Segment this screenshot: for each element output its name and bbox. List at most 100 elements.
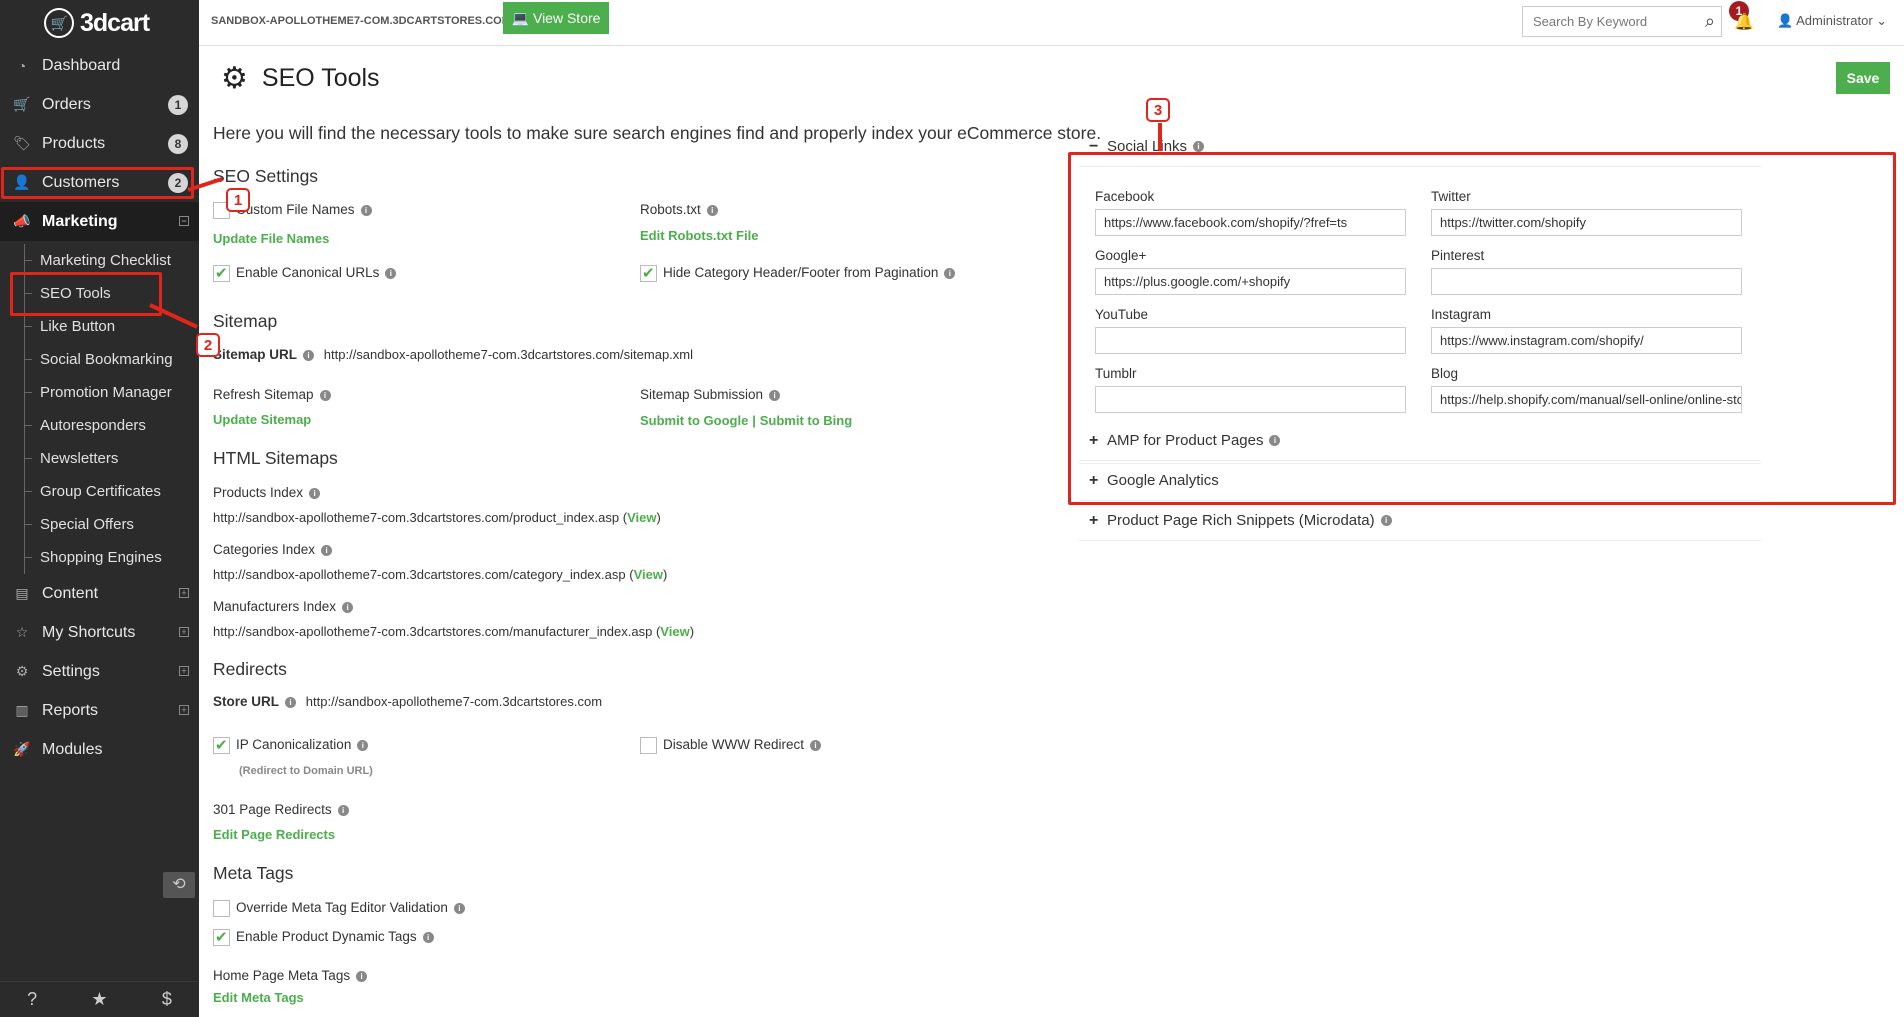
topbar: SANDBOX-APOLLOTHEME7-COM.3DCARTSTORES.CO…: [199, 0, 1904, 46]
sidebar-item-label: My Shortcuts: [42, 623, 136, 641]
page-title-text: SEO Tools: [261, 64, 380, 92]
sidebar-item-dashboard[interactable]: ◔ Dashboard: [0, 46, 199, 85]
sitemap-submission-label: Sitemap Submission: [640, 387, 764, 402]
info-icon[interactable]: i: [422, 932, 434, 944]
collapse-sidebar-icon[interactable]: ⟲: [163, 872, 195, 898]
submenu-item-autoresponders[interactable]: Autoresponders: [0, 409, 199, 442]
collapse-icon[interactable]: −: [179, 216, 189, 226]
expand-icon[interactable]: +: [179, 588, 189, 598]
info-icon[interactable]: i: [706, 205, 718, 216]
info-icon[interactable]: i: [1380, 515, 1392, 526]
submenu-label: Social Bookmarking: [40, 351, 173, 368]
info-icon[interactable]: i: [453, 903, 465, 915]
info-icon[interactable]: i: [356, 971, 368, 982]
sidebar-item-label: Settings: [42, 662, 100, 680]
info-icon[interactable]: i: [769, 390, 781, 401]
dynamic-tags-checkbox[interactable]: [213, 928, 230, 946]
cart-icon: 🛒: [13, 96, 31, 112]
canonical-checkbox[interactable]: [213, 264, 230, 282]
page-redirects-row: 301 Page Redirects i: [213, 802, 349, 817]
ip-canon-checkbox[interactable]: [213, 736, 230, 754]
manufacturers-index-url: http://sandbox-apollotheme7-com.3dcartst…: [213, 624, 695, 639]
save-button[interactable]: Save: [1836, 62, 1890, 94]
star-icon[interactable]: ★: [91, 989, 107, 1010]
submenu-item-social-bookmarking[interactable]: Social Bookmarking: [0, 343, 199, 376]
edit-meta-tags-link[interactable]: Edit Meta Tags: [213, 990, 304, 1005]
info-icon[interactable]: i: [321, 545, 333, 556]
annotation-marker-3: 3: [1146, 98, 1170, 122]
info-icon[interactable]: i: [385, 268, 397, 280]
submenu-label: Autoresponders: [40, 417, 146, 434]
info-icon[interactable]: i: [944, 268, 956, 280]
info-icon[interactable]: i: [1193, 141, 1205, 152]
override-label: Override Meta Tag Editor Validation: [236, 900, 448, 916]
categories-index-row: Categories Index i: [213, 542, 333, 557]
submit-bing-link[interactable]: Submit to Bing: [760, 413, 852, 428]
submenu-label: Newsletters: [40, 450, 119, 467]
rich-snippets-title: Product Page Rich Snippets (Microdata): [1107, 512, 1375, 529]
sidebar-item-reports[interactable]: ▥ Reports +: [0, 691, 199, 730]
info-icon[interactable]: i: [319, 390, 331, 401]
submenu-item-shopping-engines[interactable]: Shopping Engines: [0, 541, 199, 574]
hide-category-checkbox[interactable]: [640, 264, 657, 282]
sidebar-item-settings[interactable]: ⚙ Settings +: [0, 652, 199, 691]
submenu-item-group-certificates[interactable]: Group Certificates: [0, 475, 199, 508]
section-heading-seo-settings: SEO Settings: [213, 166, 319, 186]
help-icon[interactable]: ?: [27, 989, 37, 1010]
user-name: Administrator: [1796, 13, 1873, 28]
sidebar-item-products[interactable]: 🏷 Products 8: [0, 124, 199, 163]
view-link[interactable]: View: [627, 510, 656, 525]
refresh-sitemap-label: Refresh Sitemap: [213, 387, 314, 402]
info-icon[interactable]: i: [357, 740, 369, 752]
info-icon[interactable]: i: [309, 488, 321, 499]
info-icon[interactable]: i: [360, 205, 372, 217]
expand-icon[interactable]: +: [179, 666, 189, 676]
override-checkbox[interactable]: [213, 900, 230, 917]
info-icon[interactable]: i: [342, 602, 354, 613]
update-file-names-link[interactable]: Update File Names: [213, 231, 329, 246]
page-redirects-label: 301 Page Redirects: [213, 802, 332, 817]
submit-google-link[interactable]: Submit to Google: [640, 413, 748, 428]
bell-icon[interactable]: 🔔: [1734, 12, 1754, 32]
canonical-label: Enable Canonical URLs: [236, 265, 380, 281]
dashboard-icon: ◔: [17, 57, 27, 74]
logo[interactable]: 🛒 3dcart: [0, 0, 199, 46]
hide-category-row: Hide Category Header/Footer from Paginat…: [640, 264, 956, 282]
sidebar-item-orders[interactable]: 🛒 Orders 1: [0, 85, 199, 124]
annotation-marker-1: 1: [226, 188, 250, 212]
info-icon[interactable]: i: [810, 740, 822, 752]
info-icon[interactable]: i: [337, 805, 349, 816]
sidebar-item-modules[interactable]: 🚀 Modules: [0, 730, 199, 769]
view-link[interactable]: View: [634, 567, 663, 582]
submenu-item-promotion-manager[interactable]: Promotion Manager: [0, 376, 199, 409]
expand-icon[interactable]: +: [179, 627, 189, 637]
update-sitemap-link[interactable]: Update Sitemap: [213, 412, 311, 427]
megaphone-icon: 📣: [13, 213, 31, 229]
sitemap-submission-row: Sitemap Submission i: [640, 387, 781, 402]
search-input[interactable]: Search By Keyword ⌕: [1522, 6, 1722, 37]
sitemap-url-value: http://sandbox-apollotheme7-com.3dcartst…: [323, 347, 693, 362]
submenu-item-newsletters[interactable]: Newsletters: [0, 442, 199, 475]
disable-www-row: Disable WWW Redirect i: [640, 737, 822, 754]
sidebar-item-marketing[interactable]: 📣 Marketing −: [0, 202, 199, 241]
disable-www-checkbox[interactable]: [640, 737, 657, 754]
search-icon[interactable]: ⌕: [1705, 11, 1715, 32]
user-menu[interactable]: 👤 Administrator ⌄: [1777, 13, 1887, 29]
edit-page-redirects-link[interactable]: Edit Page Redirects: [213, 827, 335, 842]
rich-snippets-panel[interactable]: + Product Page Rich Snippets (Microdata) i: [1079, 501, 1761, 541]
view-store-button[interactable]: 💻 View Store: [503, 2, 609, 34]
logo-cart-icon: 🛒: [44, 8, 74, 38]
edit-robots-link[interactable]: Edit Robots.txt File: [640, 228, 758, 243]
info-icon[interactable]: i: [285, 697, 297, 708]
submenu-item-special-offers[interactable]: Special Offers: [0, 508, 199, 541]
view-link[interactable]: View: [660, 624, 689, 639]
sidebar-item-shortcuts[interactable]: ☆ My Shortcuts +: [0, 613, 199, 652]
info-icon[interactable]: i: [303, 350, 315, 361]
annotation-box-seo-tools: [10, 272, 162, 316]
sidebar-item-content[interactable]: ▤ Content +: [0, 574, 199, 613]
submenu-label: Group Certificates: [40, 483, 161, 500]
annotation-box-social-links: [1068, 152, 1896, 505]
url-text: http://sandbox-apollotheme7-com.3dcartst…: [213, 567, 626, 582]
dollar-icon[interactable]: $: [162, 989, 172, 1010]
expand-icon[interactable]: +: [179, 705, 189, 715]
